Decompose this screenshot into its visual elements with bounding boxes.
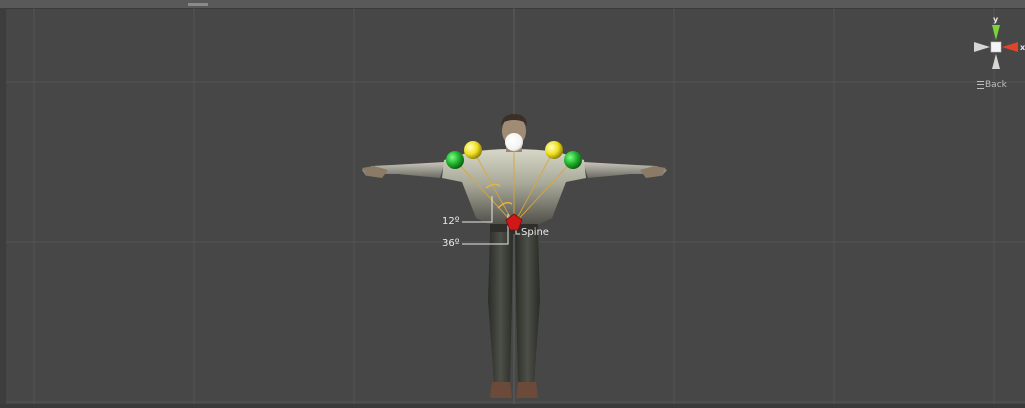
axis-neg-x-cone [974, 42, 990, 52]
axis-y-label: y [993, 15, 999, 24]
hamburger-icon [977, 80, 984, 89]
view-name-label: Back [985, 80, 1007, 90]
right-leg [515, 232, 540, 384]
left-shoe [490, 382, 512, 398]
scene-view-viewport[interactable]: 12º 36º Spine y x Back [0, 0, 1025, 408]
right-shoe [516, 382, 538, 398]
angle-label-36: 36º [442, 238, 460, 249]
axis-x-label: x [1020, 43, 1025, 52]
right-clavicle-handle[interactable] [545, 141, 563, 159]
right-shoulder-handle[interactable] [564, 151, 582, 169]
gizmo-center-cube [990, 41, 1002, 53]
axis-y-cone [992, 25, 1000, 40]
viewport-bottom-border [0, 404, 1025, 408]
left-shoulder-handle[interactable] [446, 151, 464, 169]
axis-gizmo-icon[interactable]: y x [972, 14, 1025, 80]
left-leg [488, 232, 513, 384]
scene-canvas[interactable] [0, 0, 1025, 408]
view-name-button[interactable]: Back [977, 80, 1007, 90]
spine-bone-label: Spine [521, 227, 549, 238]
axis-neg-y-cone [992, 54, 1000, 69]
left-clavicle-handle[interactable] [464, 141, 482, 159]
head-handle[interactable] [505, 133, 523, 151]
angle-label-12: 12º [442, 216, 460, 227]
axis-x-cone [1002, 42, 1018, 52]
